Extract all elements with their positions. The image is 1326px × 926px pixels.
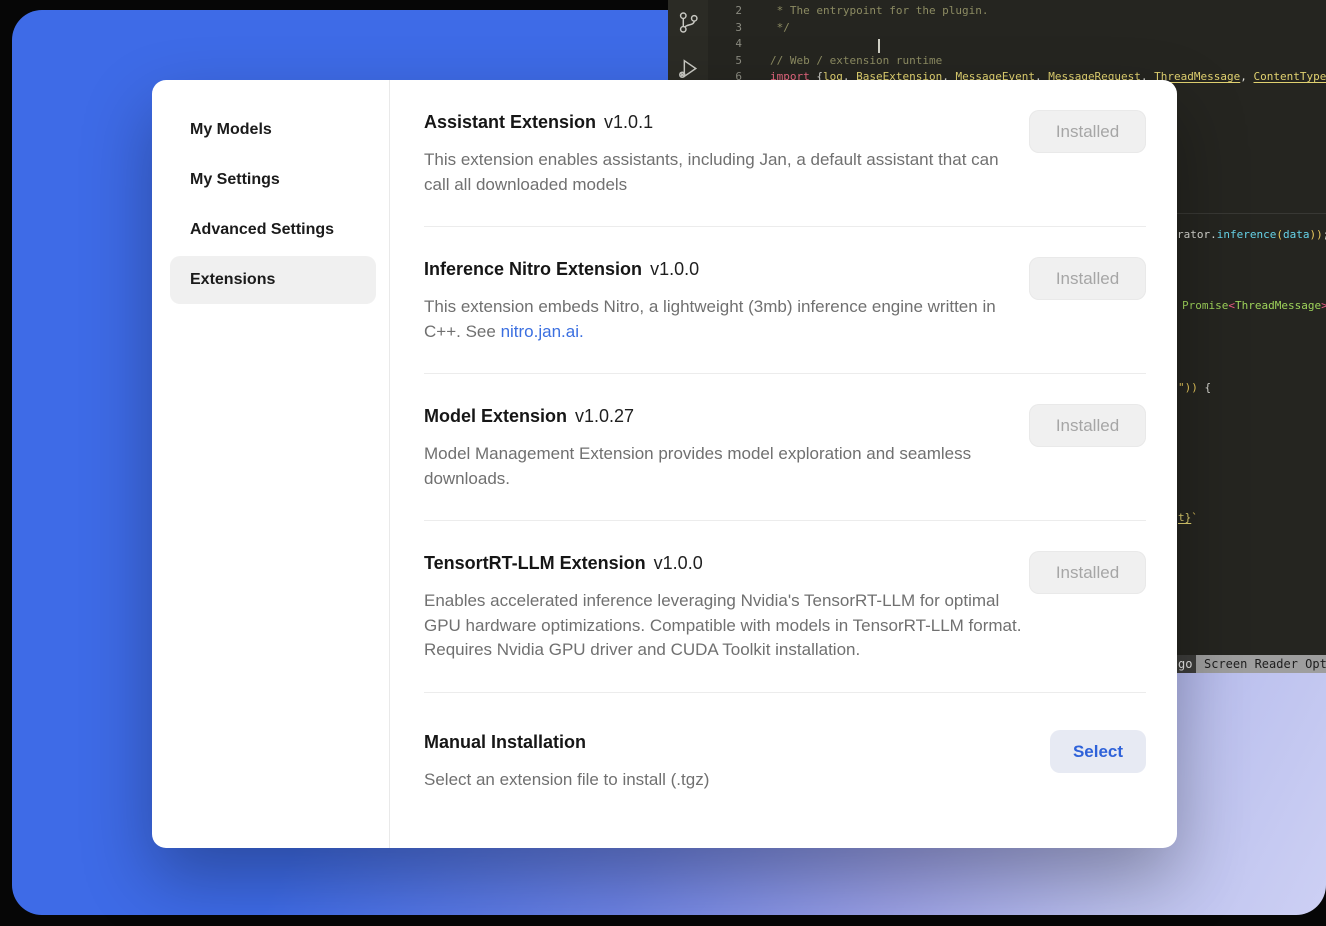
- installed-button[interactable]: Installed: [1029, 551, 1146, 594]
- code-line-comment: * The entrypoint for the plugin.: [770, 3, 989, 19]
- desktop-stage: 2 3 4 5 6 * The entrypoint for the plugi…: [0, 0, 1326, 926]
- settings-sidebar: My Models My Settings Advanced Settings …: [152, 80, 390, 848]
- extension-row-assistant: Assistant Extension v1.0.1 This extension…: [424, 80, 1146, 226]
- select-file-button[interactable]: Select: [1050, 730, 1146, 773]
- code-fragment-brace: ")) {: [1178, 380, 1211, 396]
- extension-name: Model Extension: [424, 406, 567, 426]
- extension-version: v1.0.0: [650, 259, 699, 279]
- code-fragment-template: t}`: [1178, 510, 1198, 526]
- extension-row-inference-nitro: Inference Nitro Extension v1.0.0 This ext…: [424, 226, 1146, 373]
- code-line-comment: // Web / extension runtime: [770, 53, 942, 69]
- extension-row-model: Model Extension v1.0.27 Model Management …: [424, 373, 1146, 520]
- sidebar-item-my-settings[interactable]: My Settings: [170, 156, 376, 204]
- sidebar-item-extensions[interactable]: Extensions: [170, 256, 376, 304]
- code-line-comment-end: */: [770, 20, 790, 36]
- installed-button[interactable]: Installed: [1029, 404, 1146, 447]
- sidebar-item-my-models[interactable]: My Models: [170, 106, 376, 154]
- extension-description: Enables accelerated inference leveraging…: [424, 589, 1024, 663]
- sidebar-item-advanced-settings[interactable]: Advanced Settings: [170, 206, 376, 254]
- run-debug-icon[interactable]: [676, 56, 701, 81]
- extension-version: v1.0.27: [575, 406, 634, 426]
- extension-title: Inference Nitro Extension v1.0.0: [424, 257, 1029, 281]
- extension-name: Inference Nitro Extension: [424, 259, 642, 279]
- extension-name: TensortRT-LLM Extension: [424, 553, 646, 573]
- installed-button[interactable]: Installed: [1029, 110, 1146, 153]
- extensions-list: Assistant Extension v1.0.1 This extension…: [390, 80, 1177, 848]
- extension-title: Assistant Extension v1.0.1: [424, 110, 1029, 134]
- extension-version: v1.0.1: [604, 112, 653, 132]
- extension-title: TensortRT-LLM Extension v1.0.0: [424, 551, 1029, 575]
- extension-title: Model Extension v1.0.27: [424, 404, 1029, 428]
- status-text-fragment: go: [1178, 655, 1192, 673]
- extension-name: Assistant Extension: [424, 112, 596, 132]
- source-control-icon[interactable]: [676, 10, 701, 35]
- code-fragment-promise: Promise<ThreadMessage>: [1182, 298, 1326, 314]
- code-fragment-inference: rator.inference(data));: [1177, 227, 1326, 243]
- screen-reader-optimized-badge[interactable]: Screen Reader Optimized: [1196, 655, 1326, 673]
- settings-modal: My Models My Settings Advanced Settings …: [152, 80, 1177, 848]
- manual-installation-title: Manual Installation: [424, 730, 1050, 754]
- line-number: 2: [720, 3, 742, 19]
- line-number: 3: [720, 20, 742, 36]
- line-number: 5: [720, 53, 742, 69]
- extension-description: This extension embeds Nitro, a lightweig…: [424, 295, 1024, 344]
- line-number: 4: [720, 36, 742, 52]
- extension-description: Model Management Extension provides mode…: [424, 442, 1024, 491]
- installed-button[interactable]: Installed: [1029, 257, 1146, 300]
- nitro-jan-ai-link[interactable]: nitro.jan.ai.: [501, 322, 584, 341]
- extension-description: This extension enables assistants, inclu…: [424, 148, 1024, 197]
- manual-installation-row: Manual Installation Select an extension …: [424, 692, 1146, 822]
- extension-row-tensorrt-llm: TensortRT-LLM Extension v1.0.0 Enables ac…: [424, 520, 1146, 692]
- text-cursor: [878, 39, 880, 53]
- manual-installation-description: Select an extension file to install (.tg…: [424, 768, 1024, 793]
- extension-version: v1.0.0: [654, 553, 703, 573]
